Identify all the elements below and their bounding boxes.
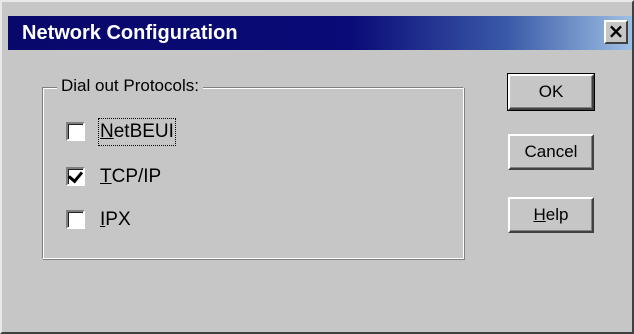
- tcpip-checkbox[interactable]: [66, 167, 85, 186]
- netbeui-label[interactable]: NetBEUI: [98, 118, 176, 146]
- tcpip-label-rest: CP/IP: [111, 166, 162, 187]
- netbeui-checkbox[interactable]: [66, 122, 85, 141]
- help-button[interactable]: Help: [508, 197, 594, 233]
- close-button[interactable]: ×: [604, 19, 628, 44]
- help-button-rest: elp: [545, 205, 569, 224]
- ipx-label[interactable]: IPX: [100, 208, 131, 232]
- netbeui-label-rest: etBEUI: [113, 121, 174, 142]
- tcpip-label[interactable]: TCP/IP: [100, 165, 161, 189]
- netbeui-label-mnemonic: N: [100, 121, 114, 142]
- ok-button[interactable]: OK: [507, 73, 595, 111]
- help-button-mnemonic: H: [533, 205, 546, 224]
- ipx-checkbox[interactable]: [66, 210, 85, 229]
- tcpip-label-mnemonic: T: [100, 166, 112, 187]
- window-title: Network Configuration: [22, 22, 238, 44]
- ipx-label-rest: PX: [105, 209, 131, 230]
- cancel-button[interactable]: Cancel: [508, 134, 594, 170]
- title-bar[interactable]: Network Configuration ×: [8, 16, 632, 50]
- group-label: Dial out Protocols:: [57, 75, 203, 97]
- close-icon: ×: [607, 19, 625, 43]
- dialog-window: Network Configuration × Dial out Protoco…: [0, 0, 634, 334]
